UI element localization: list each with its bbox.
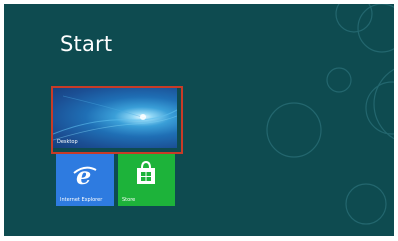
start-screen: Start Desktop e Internet Explorer Store bbox=[4, 4, 394, 236]
start-title: Start bbox=[60, 32, 113, 56]
internet-explorer-icon: e bbox=[73, 163, 97, 187]
store-tile-label: Store bbox=[122, 197, 136, 203]
store-bag-icon bbox=[137, 161, 155, 184]
screenshot-frame: Start Desktop e Internet Explorer Store bbox=[0, 0, 398, 241]
internet-explorer-tile[interactable]: e Internet Explorer bbox=[56, 153, 114, 206]
desktop-tile[interactable]: Desktop bbox=[53, 88, 177, 148]
desktop-tile-label: Desktop bbox=[57, 139, 78, 145]
store-tile[interactable]: Store bbox=[118, 153, 175, 206]
svg-text:e: e bbox=[76, 163, 91, 187]
internet-explorer-tile-label: Internet Explorer bbox=[60, 197, 103, 203]
